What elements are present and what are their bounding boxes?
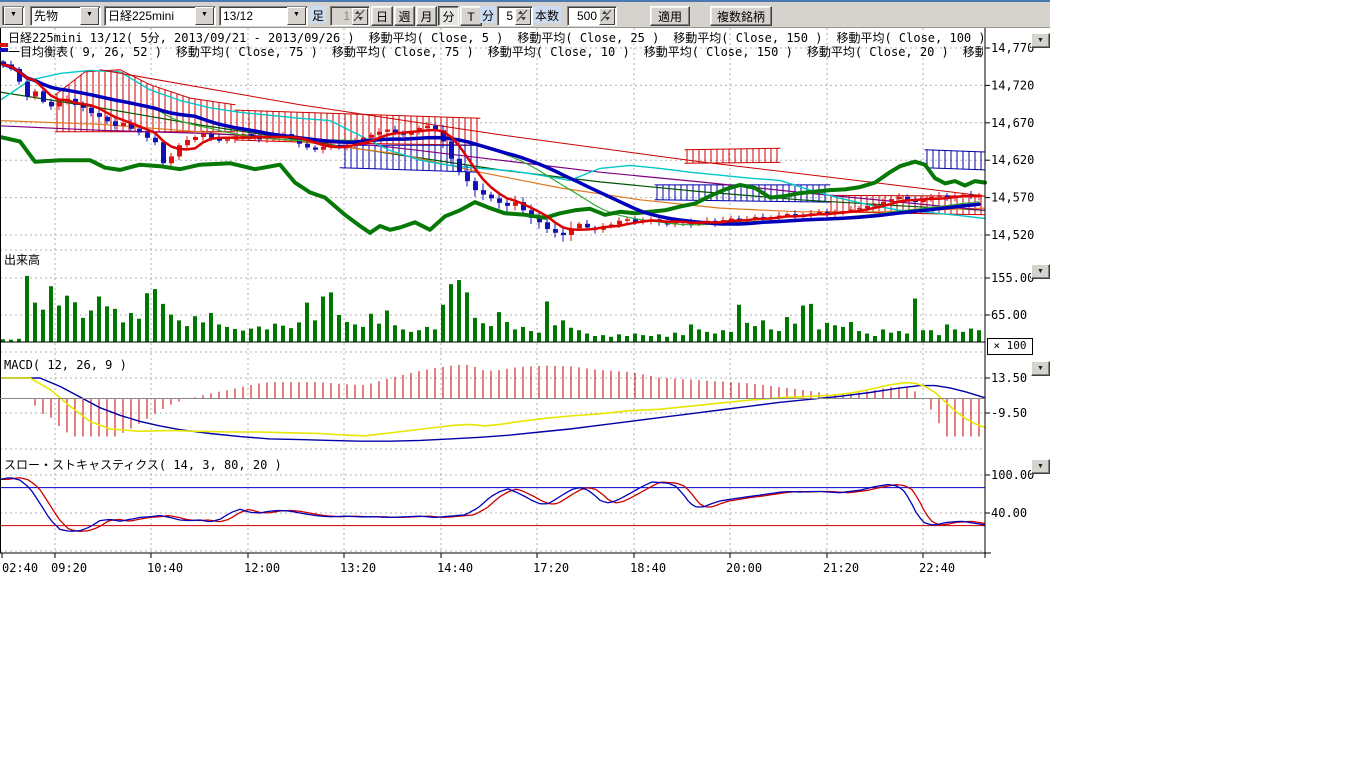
time-axis-label: 17:20 [533, 561, 569, 575]
volume-multiplier-badge: × 100 [987, 338, 1033, 355]
time-axis-label: 21:20 [823, 561, 859, 575]
axis-tick-label: 14,570 [991, 191, 1034, 205]
legend-item: 移動平均( Close, 10 ) [488, 45, 630, 59]
axis-tick-label: 14,670 [991, 116, 1034, 130]
volume-pane-scale-dropdown[interactable]: ▼ [1031, 264, 1050, 279]
axis-tick-label: 65.00 [991, 308, 1027, 322]
app-window: ▼ 先物 ▼ 日経225mini ▼ 13/12 ▼ 足 1 日 週 月 分 T… [0, 0, 1366, 768]
time-axis-label: 09:20 [51, 561, 87, 575]
macd-pane-label: MACD( 12, 26, 9 ) [4, 358, 127, 372]
price-pane-scale-dropdown[interactable]: ▼ [1031, 33, 1050, 48]
legend-item: 移動平均( Close [963, 45, 983, 59]
volume-pane-label: 出来高 [4, 251, 40, 268]
time-axis-label: 02:40 [2, 561, 38, 575]
time-axis-label: 20:00 [726, 561, 762, 575]
stoch-pane-scale-dropdown[interactable]: ▼ [1031, 459, 1050, 474]
axis-tick-label: 14,620 [991, 153, 1034, 167]
legend-item: 一目均衡表( 9, 26, 52 ) [8, 45, 162, 59]
legend-item: 移動平均( Close, 150 ) [644, 45, 793, 59]
time-axis-label: 13:20 [340, 561, 376, 575]
axis-tick-label: 14,720 [991, 78, 1034, 92]
axis-tick-label: 155.00 [991, 271, 1034, 285]
time-axis-label: 18:40 [630, 561, 666, 575]
axis-tick-label: -9.50 [991, 406, 1027, 420]
price-pane-legend-row2: 一目均衡表( 9, 26, 52 ) 移動平均( Close, 75 ) 移動平均(… [8, 43, 983, 60]
stoch-pane-label: スロー・ストキャスティクス( 14, 3, 80, 20 ) [4, 456, 282, 473]
axis-tick-label: 100.00 [991, 468, 1034, 482]
time-axis-label: 14:40 [437, 561, 473, 575]
macd-pane-scale-dropdown[interactable]: ▼ [1031, 361, 1050, 376]
legend-item: 移動平均( Close, 75 ) [332, 45, 474, 59]
legend-item: 移動平均( Close, 75 ) [176, 45, 318, 59]
axis-tick-label: 14,770 [991, 41, 1034, 55]
axis-tick-label: 40.00 [991, 506, 1027, 520]
time-axis-label: 22:40 [919, 561, 955, 575]
axis-tick-label: 14,520 [991, 228, 1034, 242]
time-axis-label: 10:40 [147, 561, 183, 575]
chart-canvas: 14,770 14,720 14,670 14,620 14,570 14,520 155.… [0, 0, 1056, 590]
legend-item: 移動平均( Close, 20 ) [807, 45, 949, 59]
axis-tick-label: 13.50 [991, 371, 1027, 385]
time-axis-label: 12:00 [244, 561, 280, 575]
